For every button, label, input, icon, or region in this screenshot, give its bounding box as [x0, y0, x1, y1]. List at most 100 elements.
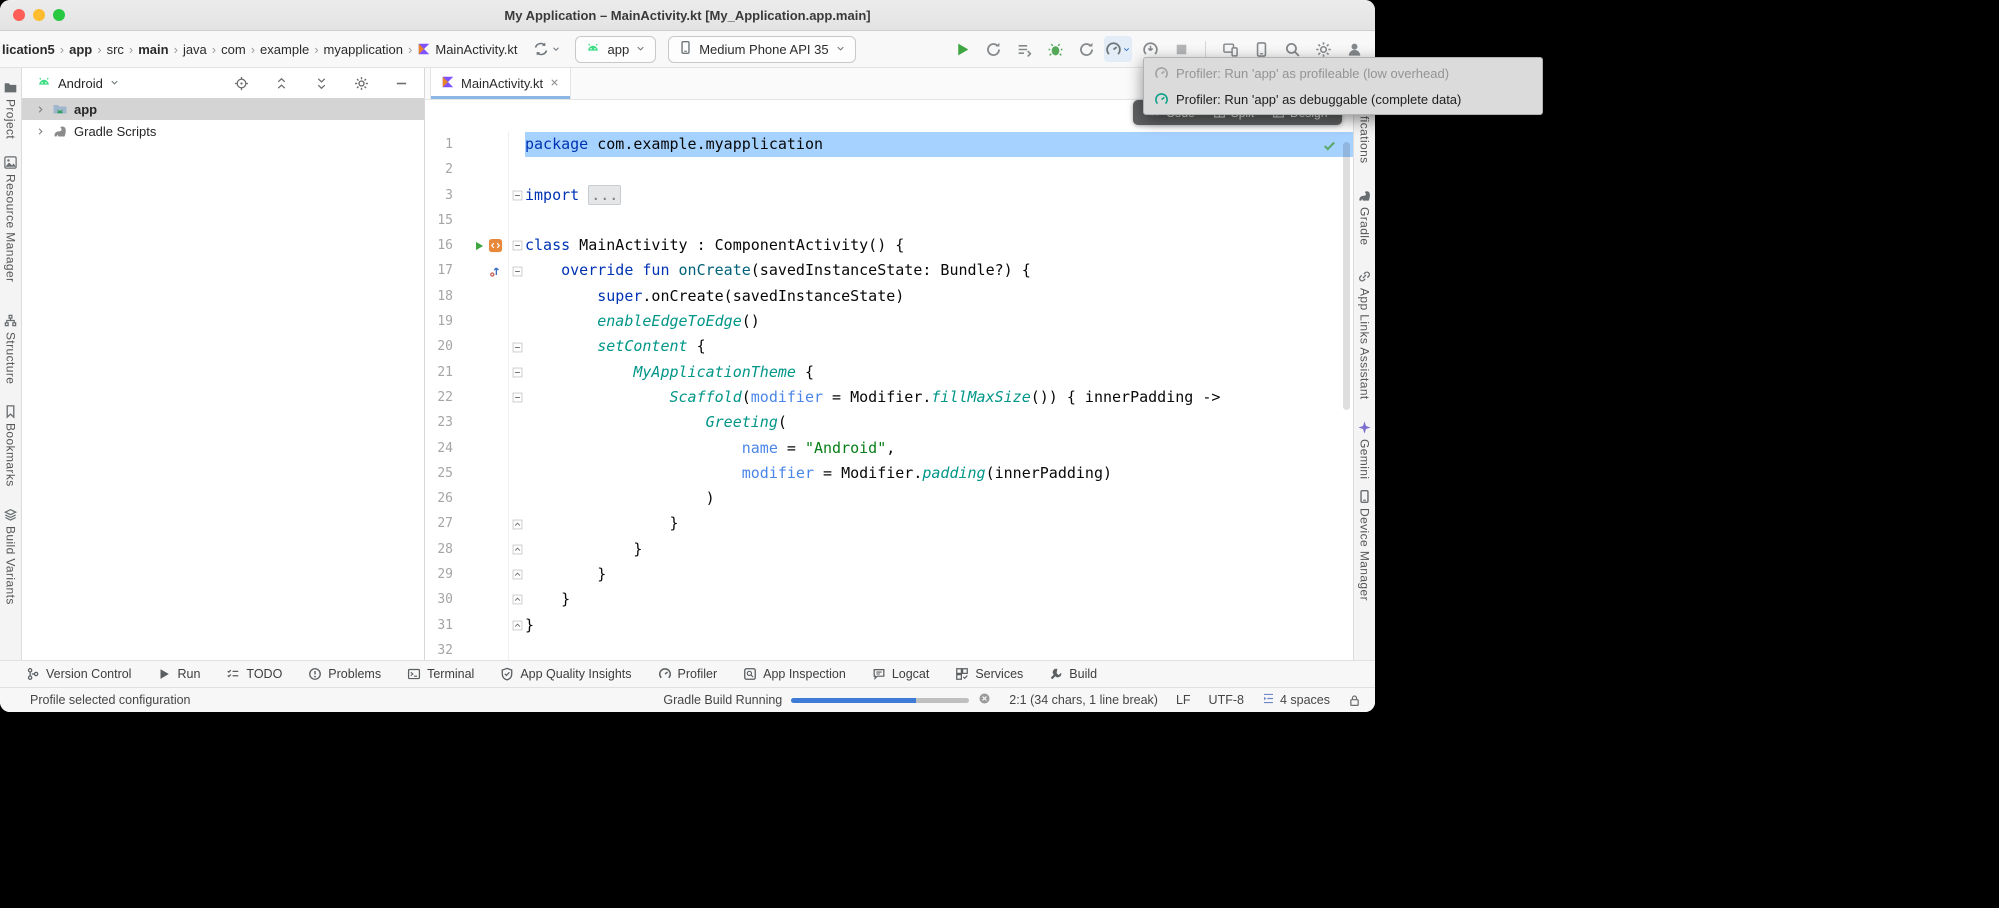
inspections-status-icon[interactable]	[1322, 138, 1337, 153]
encoding-widget[interactable]: UTF-8	[1209, 693, 1244, 707]
chevron-right-icon: ›	[60, 42, 64, 57]
progress-cancel-icon[interactable]	[978, 692, 991, 705]
tool-stripe-gradle[interactable]: Gradle	[1357, 188, 1372, 245]
fold-marker-cell	[508, 511, 525, 536]
breadcrumb-item-example[interactable]: example	[260, 42, 309, 57]
stop-icon	[1173, 41, 1190, 58]
editor-scrollbar[interactable]	[1343, 142, 1350, 410]
progress-cancel-slot	[978, 692, 991, 708]
fold-open-icon[interactable]	[512, 342, 523, 353]
profiler-button[interactable]	[1104, 36, 1132, 62]
collapse-all-button[interactable]	[308, 74, 334, 92]
tool-window-button-problems[interactable]: Problems	[308, 667, 381, 681]
override-gutter-icon[interactable]	[489, 264, 503, 278]
tool-window-button-run[interactable]: Run	[157, 667, 200, 681]
run-gutter-icon[interactable]	[473, 240, 485, 252]
breadcrumb-item-com[interactable]: com	[221, 42, 246, 57]
view-settings-button[interactable]	[348, 74, 374, 92]
fold-close-icon[interactable]	[512, 594, 523, 605]
hide-panel-button[interactable]	[388, 74, 414, 92]
apply-changes-button[interactable]	[980, 36, 1006, 62]
tool-window-button-profiler[interactable]: Profiler	[658, 667, 718, 681]
tool-window-button-label: Version Control	[46, 667, 131, 681]
gutter-icons	[453, 309, 508, 334]
fold-marker-cell	[508, 537, 525, 562]
chevron-right-icon: ›	[314, 42, 318, 57]
locate-file-button[interactable]	[228, 74, 254, 92]
caret-position-widget[interactable]: 2:1 (34 chars, 1 line break)	[1009, 693, 1158, 707]
tool-window-button-app-inspection[interactable]: App Inspection	[743, 667, 846, 681]
editor[interactable]: 1package com.example.myapplication23impo…	[425, 100, 1353, 660]
tool-stripe-bookmarks[interactable]: Bookmarks	[3, 404, 18, 487]
tab-close-icon[interactable]	[549, 77, 560, 88]
tool-window-button-services[interactable]: Services	[955, 667, 1023, 681]
tool-stripe-structure[interactable]: Structure	[3, 313, 18, 384]
traffic-light-close[interactable]	[13, 9, 25, 21]
fold-close-icon[interactable]	[512, 569, 523, 580]
line-number: 24	[425, 436, 453, 461]
editor-area: MainActivity.kt 1package com.example.mya…	[425, 68, 1353, 660]
fold-close-icon[interactable]	[512, 544, 523, 555]
gutter-icons	[453, 537, 508, 562]
breadcrumb-item-main[interactable]: main	[138, 42, 168, 57]
fold-open-icon[interactable]	[512, 392, 523, 403]
chevron-icon	[109, 77, 120, 88]
apply-code-changes-button[interactable]	[1011, 36, 1037, 62]
android-icon	[36, 74, 52, 90]
gutter-icons	[453, 183, 508, 208]
fold-close-icon[interactable]	[512, 620, 523, 631]
tool-window-button-logcat[interactable]: Logcat	[872, 667, 930, 681]
tab-label: MainActivity.kt	[461, 76, 543, 91]
profiler-popup-item-2[interactable]: Profiler: Run 'app' as debuggable (compl…	[1144, 86, 1542, 112]
expand-all-button[interactable]	[268, 74, 294, 92]
editor-tab[interactable]: MainActivity.kt	[430, 68, 571, 99]
readonly-lock-icon[interactable]	[1348, 694, 1361, 707]
profiler-popup: Profiler: Run 'app' as profileable (low …	[1143, 57, 1543, 115]
traffic-light-zoom[interactable]	[53, 9, 65, 21]
breadcrumb-item-java[interactable]: java	[183, 42, 207, 57]
breadcrumb-item-app[interactable]: app	[69, 42, 92, 57]
fold-open-icon[interactable]	[512, 266, 523, 277]
rerun-button[interactable]	[1073, 36, 1099, 62]
compose-gutter-icon[interactable]	[488, 238, 503, 253]
tool-window-button-terminal[interactable]: Terminal	[407, 667, 474, 681]
tool-stripe-project[interactable]: Project	[3, 80, 18, 139]
tool-window-button-app-quality-insights[interactable]: App Quality Insights	[500, 667, 631, 681]
tool-stripe-device-manager[interactable]: Device Manager	[1357, 489, 1372, 601]
breadcrumb-item-mainactivity-kt[interactable]: MainActivity.kt	[417, 42, 517, 57]
device-selector[interactable]: Medium Phone API 35	[668, 36, 855, 63]
fold-close-icon[interactable]	[512, 519, 523, 530]
fold-marker-cell	[508, 208, 525, 233]
tool-window-button-todo[interactable]: TODO	[226, 667, 282, 681]
tool-stripe-gemini[interactable]: Gemini	[1357, 420, 1372, 479]
project-tree-item-gradle-scripts[interactable]: Gradle Scripts	[22, 120, 424, 142]
run-button[interactable]	[949, 36, 975, 62]
tool-stripe-app-links-assistant[interactable]: App Links Assistant	[1357, 269, 1372, 400]
breadcrumb-item-lication5[interactable]: lication5	[2, 42, 55, 57]
sync-project-button[interactable]	[531, 39, 563, 59]
traffic-light-minimize[interactable]	[33, 9, 45, 21]
kotlin-icon	[441, 75, 455, 89]
indent-widget[interactable]: 4 spaces	[1262, 692, 1330, 708]
breadcrumb-label: example	[260, 42, 309, 57]
project-view-selector[interactable]: Android	[58, 76, 103, 91]
breadcrumb-item-src[interactable]: src	[107, 42, 124, 57]
fold-open-icon[interactable]	[512, 190, 523, 201]
code-lines: 1package com.example.myapplication23impo…	[425, 132, 1353, 660]
play-icon	[157, 667, 171, 681]
tool-stripe-resource-manager[interactable]: Resource Manager	[3, 155, 18, 282]
tool-window-button-version-control[interactable]: Version Control	[26, 667, 131, 681]
left-tool-stripe: Project Resource Manager Structure Bookmark…	[0, 68, 22, 660]
run-configuration-selector[interactable]: app	[575, 36, 656, 63]
breadcrumb-item-myapplication[interactable]: myapplication	[324, 42, 404, 57]
tool-stripe-build-variants[interactable]: Build Variants	[3, 507, 18, 605]
project-tree-item-app[interactable]: app	[22, 98, 424, 120]
code-text: super.onCreate(savedInstanceState)	[525, 284, 1353, 309]
fold-open-icon[interactable]	[512, 367, 523, 378]
chevron-right-icon: ›	[174, 42, 178, 57]
tool-window-button-build[interactable]: Build	[1049, 667, 1097, 681]
code-line-27: 27 }	[425, 511, 1353, 536]
fold-open-icon[interactable]	[512, 240, 523, 251]
debug-button[interactable]	[1042, 36, 1068, 62]
line-separator-widget[interactable]: LF	[1176, 693, 1191, 707]
